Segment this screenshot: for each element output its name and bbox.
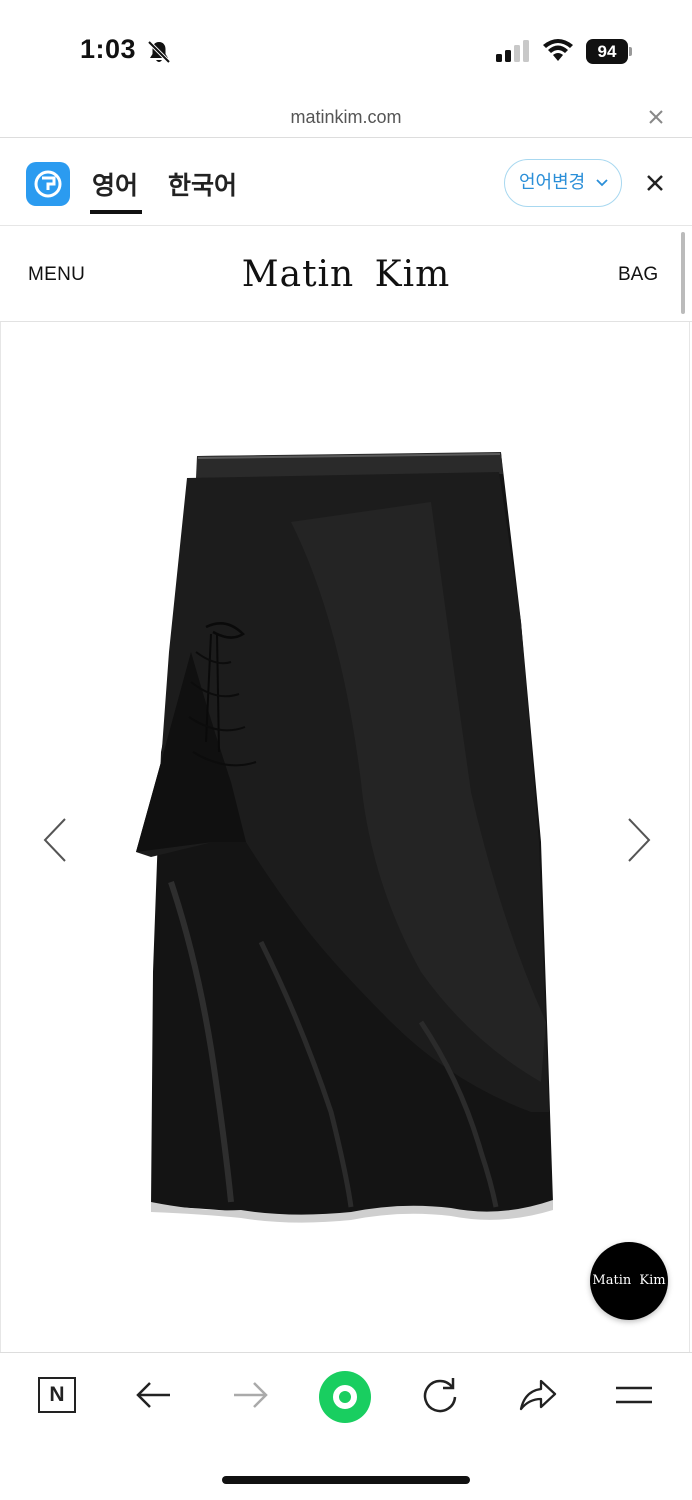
active-tab-underline xyxy=(90,210,142,214)
naver-home-button[interactable]: N xyxy=(36,1373,80,1417)
forward-arrow-icon[interactable] xyxy=(228,1373,272,1417)
home-indicator xyxy=(222,1476,470,1484)
site-header: MENU Matin Kim BAG xyxy=(0,226,692,322)
close-translate-icon[interactable] xyxy=(645,173,665,193)
papago-icon xyxy=(26,162,70,206)
product-image[interactable] xyxy=(1,322,690,1352)
share-icon[interactable] xyxy=(515,1373,559,1417)
battery-tip xyxy=(629,47,632,56)
url-bar[interactable]: matinkim.com xyxy=(0,100,692,138)
bag-link[interactable]: BAG xyxy=(618,264,658,286)
signal-icon xyxy=(496,40,529,62)
browser-toolbar: N xyxy=(0,1352,692,1444)
battery-level: 94 xyxy=(586,39,628,64)
chevron-left-icon[interactable] xyxy=(41,816,69,864)
chevron-right-icon[interactable] xyxy=(625,816,653,864)
bell-off-icon xyxy=(147,40,171,64)
scrollbar[interactable] xyxy=(681,232,685,314)
green-ring-icon[interactable] xyxy=(318,1370,372,1424)
url-text[interactable]: matinkim.com xyxy=(0,107,692,128)
chevron-down-icon xyxy=(596,179,608,187)
reload-icon[interactable] xyxy=(418,1373,462,1417)
tab-english[interactable]: 영어 xyxy=(92,166,138,202)
change-language-button[interactable]: 언어변경 xyxy=(504,159,622,207)
hamburger-icon[interactable] xyxy=(612,1373,656,1417)
close-icon[interactable] xyxy=(645,106,667,128)
back-arrow-icon[interactable] xyxy=(132,1373,176,1417)
naver-n-icon: N xyxy=(38,1377,76,1413)
papago-logo-icon xyxy=(34,170,62,198)
tab-korean[interactable]: 한국어 xyxy=(168,166,237,202)
product-gallery[interactable]: Matin Kim xyxy=(0,322,690,1352)
chat-button[interactable]: Matin Kim xyxy=(590,1242,668,1320)
brand-logo[interactable]: Matin Kim xyxy=(0,254,692,295)
status-time: 1:03 xyxy=(80,34,137,64)
change-language-label: 언어변경 xyxy=(519,172,586,192)
battery-indicator: 94 xyxy=(586,39,632,64)
status-bar: 1:03 94 xyxy=(0,0,692,100)
translate-bar: 영어 한국어 언어변경 xyxy=(0,138,692,226)
wifi-icon xyxy=(543,39,573,61)
